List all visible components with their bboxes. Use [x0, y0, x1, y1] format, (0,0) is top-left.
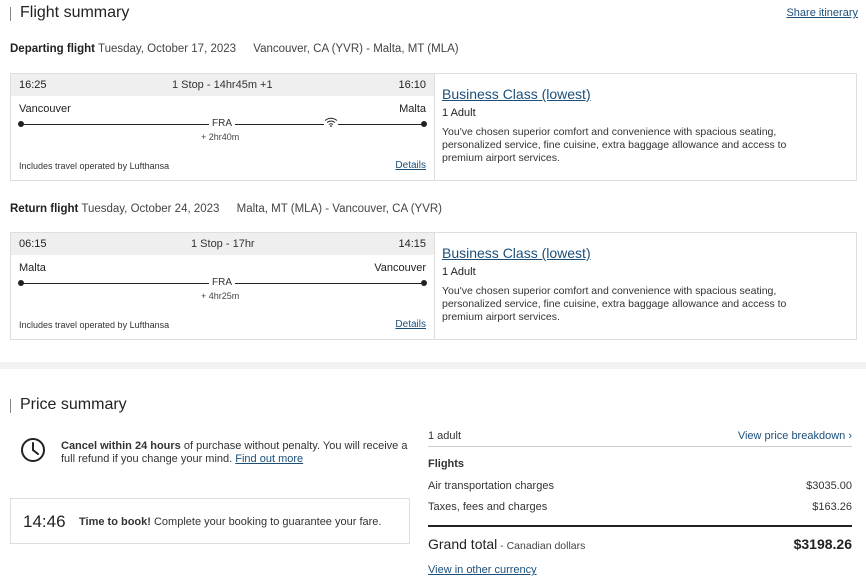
return-flight-header: Return flight Tuesday, October 24, 2023 …	[10, 203, 442, 215]
grand-total-value: $3198.26	[793, 536, 852, 552]
departing-label: Departing flight	[10, 43, 95, 55]
departing-flight-header: Departing flight Tuesday, October 17, 20…	[10, 43, 459, 55]
layover-duration: + 2hr40m	[201, 132, 240, 142]
total-separator	[428, 525, 852, 527]
return-itinerary: 06:15 1 Stop - 17hr 14:15 Malta Vancouve…	[11, 233, 434, 339]
passenger-count: 1 Adult	[442, 266, 476, 278]
wifi-icon	[324, 117, 338, 127]
timer-value: 14:46	[23, 512, 66, 531]
cancellation-notice: Cancel within 24 hours of purchase witho…	[10, 428, 410, 474]
departure-time: 06:15	[19, 238, 47, 250]
taxes-label: Taxes, fees and charges	[428, 501, 548, 513]
destination-dot	[421, 280, 427, 286]
connection-airport: FRA	[209, 118, 235, 129]
flights-heading-row: Flights	[428, 458, 852, 470]
departing-route: Vancouver, CA (YVR) - Malta, MT (MLA)	[253, 43, 459, 55]
view-other-currency-link[interactable]: View in other currency	[428, 564, 537, 576]
clock-icon	[20, 437, 46, 463]
booking-timer: 14:46 Time to book! Complete your bookin…	[10, 498, 410, 544]
stops-duration: 1 Stop - 14hr45m +1	[172, 79, 273, 91]
timer-bold: Time to book!	[79, 516, 151, 528]
price-summary-title: Price summary	[10, 396, 127, 414]
details-link[interactable]: Details	[395, 160, 426, 171]
departing-flight-card: 16:25 1 Stop - 14hr45m +1 16:10 Vancouve…	[10, 73, 857, 181]
share-itinerary-link[interactable]: Share itinerary	[786, 7, 858, 19]
taxes-row: Taxes, fees and charges $163.26	[428, 501, 852, 513]
return-route: Malta, MT (MLA) - Vancouver, CA (YVR)	[236, 203, 443, 215]
timer-message: Time to book! Complete your booking to g…	[79, 516, 381, 528]
operated-by-note: Includes travel operated by Lufthansa	[19, 161, 170, 171]
arrival-time: 14:15	[398, 238, 426, 250]
air-charges-row: Air transportation charges $3035.00	[428, 480, 852, 492]
details-link[interactable]: Details	[395, 319, 426, 330]
stops-duration: 1 Stop - 17hr	[191, 238, 255, 250]
return-flight-card: 06:15 1 Stop - 17hr 14:15 Malta Vancouve…	[10, 232, 857, 340]
departure-time: 16:25	[19, 79, 47, 91]
find-out-more-link[interactable]: Find out more	[235, 453, 303, 465]
connection-airport: FRA	[209, 277, 235, 288]
chevron-right-icon: ›	[848, 430, 852, 442]
cabin-class-link[interactable]: Business Class (lowest)	[442, 245, 591, 261]
cancel-bold: Cancel within 24 hours	[61, 440, 181, 452]
operated-by-note: Includes travel operated by Lufthansa	[19, 320, 170, 330]
adult-count: 1 adult	[428, 430, 462, 442]
destination-dot	[421, 121, 427, 127]
cancellation-text: Cancel within 24 hours of purchase witho…	[61, 440, 411, 466]
air-charges-label: Air transportation charges	[428, 480, 554, 492]
cabin-description: You've chosen superior comfort and conve…	[442, 285, 787, 323]
section-divider	[0, 362, 866, 369]
return-label: Return flight	[10, 203, 79, 215]
departing-fare-panel: Business Class (lowest) 1 Adult You've c…	[434, 74, 858, 180]
cabin-description: You've chosen superior comfort and conve…	[442, 126, 787, 164]
air-charges-value: $3035.00	[806, 480, 852, 492]
flight-summary-title: Flight summary	[10, 4, 129, 22]
origin-dot	[18, 121, 24, 127]
return-date: Tuesday, October 24, 2023	[81, 203, 220, 215]
breakdown-label: View price breakdown	[737, 430, 846, 442]
flights-heading: Flights	[428, 458, 465, 470]
taxes-value: $163.26	[812, 501, 852, 513]
adult-row: 1 adult View price breakdown ›	[428, 430, 852, 442]
origin-dot	[18, 280, 24, 286]
timer-rest: Complete your booking to guarantee your …	[150, 516, 382, 528]
origin-city: Vancouver	[19, 103, 71, 115]
grand-total-currency: - Canadian dollars	[497, 540, 586, 552]
departing-itinerary: 16:25 1 Stop - 14hr45m +1 16:10 Vancouve…	[11, 74, 434, 180]
grand-total-row: Grand total - Canadian dollars $3198.26	[428, 536, 852, 552]
cabin-class-link[interactable]: Business Class (lowest)	[442, 86, 591, 102]
row-divider	[428, 446, 852, 447]
return-fare-panel: Business Class (lowest) 1 Adult You've c…	[434, 233, 858, 339]
view-price-breakdown-link[interactable]: View price breakdown ›	[738, 430, 852, 442]
passenger-count: 1 Adult	[442, 107, 476, 119]
destination-city: Malta	[399, 103, 426, 115]
layover-duration: + 4hr25m	[201, 291, 240, 301]
grand-total-label: Grand total	[428, 536, 498, 552]
destination-city: Vancouver	[374, 262, 426, 274]
departing-date: Tuesday, October 17, 2023	[97, 43, 237, 55]
origin-city: Malta	[19, 262, 46, 274]
arrival-time: 16:10	[398, 79, 426, 91]
